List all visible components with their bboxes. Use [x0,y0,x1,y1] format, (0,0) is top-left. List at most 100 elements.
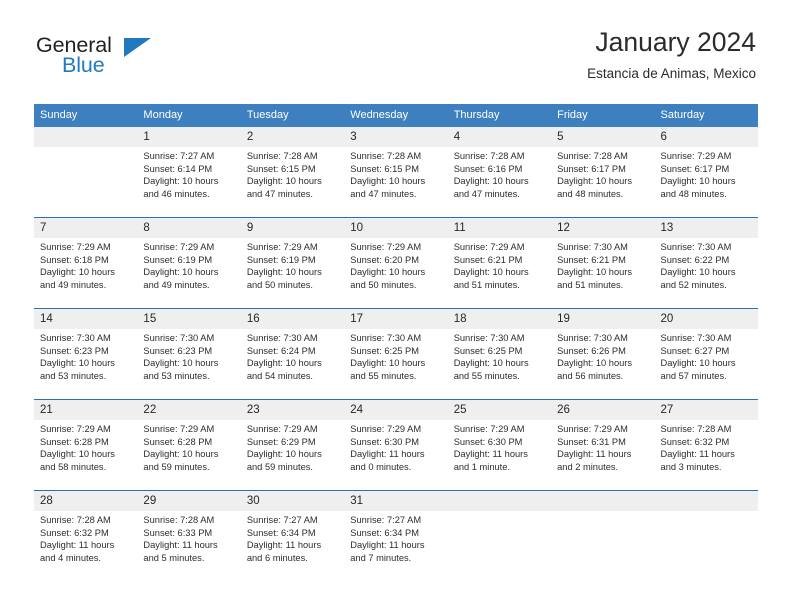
calendar-header-row: Sunday Monday Tuesday Wednesday Thursday… [34,104,758,127]
calendar-day-cell[interactable]: 21 Sunrise: 7:29 AM Sunset: 6:28 PM Dayligh… [34,399,138,491]
sunset-text: Sunset: 6:29 PM [246,436,316,447]
sunrise-text: Sunrise: 7:29 AM [143,242,215,252]
day-number: 18 [447,309,552,329]
calendar-day-cell[interactable] [551,490,655,581]
calendar-day-cell[interactable]: 5 Sunrise: 7:28 AM Sunset: 6:17 PM Daylight… [551,127,655,218]
day-details: Sunrise: 7:28 AM Sunset: 6:15 PM Daylight:… [241,147,344,200]
calendar-day-cell[interactable]: 26 Sunrise: 7:29 AM Sunset: 6:31 PM Dayligh… [551,399,655,491]
daylight-text-line1: Daylight: 10 hours [143,176,219,187]
day-cell-content: 13 Sunrise: 7:30 AM Sunset: 6:22 PM Dayligh… [654,218,758,308]
calendar-day-cell[interactable]: 18 Sunrise: 7:30 AM Sunset: 6:25 PM Dayligh… [447,308,552,400]
sunrise-text: Sunrise: 7:27 AM [246,515,318,525]
calendar-day-cell[interactable]: 16 Sunrise: 7:30 AM Sunset: 6:24 PM Dayligh… [240,308,345,400]
day-details: Sunrise: 7:30 AM Sunset: 6:25 PM Daylight:… [344,329,447,382]
day-details: Sunrise: 7:29 AM Sunset: 6:19 PM Daylight:… [241,238,344,291]
sunset-text: Sunset: 6:17 PM [660,163,730,174]
calendar-day-cell[interactable]: 31 Sunrise: 7:27 AM Sunset: 6:34 PM Dayligh… [344,490,448,581]
day-number: 21 [34,400,138,420]
day-cell-content: 10 Sunrise: 7:29 AM Sunset: 6:20 PM Dayligh… [344,218,448,308]
page-header: General Blue January 2024 Estancia de An… [0,0,792,103]
day-number: 2 [240,127,345,147]
day-cell-content: 15 Sunrise: 7:30 AM Sunset: 6:23 PM Dayligh… [137,309,241,399]
day-number: 8 [137,218,241,238]
calendar-day-cell[interactable]: 6 Sunrise: 7:29 AM Sunset: 6:17 PM Daylight… [654,127,758,218]
day-details: Sunrise: 7:29 AM Sunset: 6:20 PM Daylight:… [344,238,447,291]
day-details: Sunrise: 7:30 AM Sunset: 6:23 PM Daylight:… [34,329,137,382]
calendar-day-cell[interactable]: 22 Sunrise: 7:29 AM Sunset: 6:28 PM Dayligh… [137,399,241,491]
day-details: Sunrise: 7:29 AM Sunset: 6:18 PM Daylight:… [34,238,137,291]
calendar-day-cell[interactable]: 20 Sunrise: 7:30 AM Sunset: 6:27 PM Dayligh… [654,308,758,400]
daylight-text-line1: Daylight: 11 hours [246,540,322,551]
calendar-day-cell[interactable]: 9 Sunrise: 7:29 AM Sunset: 6:19 PM Daylight… [240,217,345,309]
calendar-day-cell[interactable] [34,127,138,218]
calendar-day-cell[interactable]: 24 Sunrise: 7:29 AM Sunset: 6:30 PM Dayligh… [344,399,448,491]
calendar-day-cell[interactable]: 25 Sunrise: 7:29 AM Sunset: 6:30 PM Dayligh… [447,399,552,491]
calendar-week-row: 28 Sunrise: 7:28 AM Sunset: 6:32 PM Dayligh… [34,490,758,581]
daylight-text-line2: and 55 minutes. [350,370,417,381]
calendar-day-cell[interactable]: 27 Sunrise: 7:28 AM Sunset: 6:32 PM Dayligh… [654,399,758,491]
calendar-day-cell[interactable]: 13 Sunrise: 7:30 AM Sunset: 6:22 PM Dayligh… [654,217,758,309]
calendar-day-cell[interactable]: 2 Sunrise: 7:28 AM Sunset: 6:15 PM Daylight… [240,127,345,218]
sunset-text: Sunset: 6:21 PM [557,254,626,265]
calendar-day-cell[interactable]: 19 Sunrise: 7:30 AM Sunset: 6:26 PM Dayligh… [551,308,655,400]
calendar-day-cell[interactable]: 8 Sunrise: 7:29 AM Sunset: 6:19 PM Daylight… [137,217,241,309]
sunrise-text: Sunrise: 7:29 AM [350,424,422,434]
sunset-text: Sunset: 6:15 PM [246,163,316,174]
day-number: 11 [447,218,552,238]
sunset-text: Sunset: 6:28 PM [40,436,109,447]
day-details: Sunrise: 7:30 AM Sunset: 6:26 PM Daylight:… [551,329,654,382]
calendar-day-cell[interactable] [654,490,758,581]
calendar-day-cell[interactable]: 12 Sunrise: 7:30 AM Sunset: 6:21 PM Dayligh… [551,217,655,309]
calendar-day-cell[interactable]: 17 Sunrise: 7:30 AM Sunset: 6:25 PM Dayligh… [344,308,448,400]
sunset-text: Sunset: 6:25 PM [350,345,419,356]
calendar-week-row: 7 Sunrise: 7:29 AM Sunset: 6:18 PM Daylight… [34,217,758,309]
calendar-day-cell[interactable]: 1 Sunrise: 7:27 AM Sunset: 6:14 PM Daylight… [137,127,241,218]
calendar-day-cell[interactable]: 30 Sunrise: 7:27 AM Sunset: 6:34 PM Dayligh… [240,490,345,581]
day-cell-content: 29 Sunrise: 7:28 AM Sunset: 6:33 PM Dayligh… [137,491,241,581]
weekday-header-monday: Monday [137,104,241,127]
day-cell-content: 26 Sunrise: 7:29 AM Sunset: 6:31 PM Dayligh… [551,400,655,490]
day-number: 20 [654,309,758,329]
calendar-day-cell[interactable]: 23 Sunrise: 7:29 AM Sunset: 6:29 PM Dayligh… [240,399,345,491]
calendar-day-cell[interactable]: 10 Sunrise: 7:29 AM Sunset: 6:20 PM Dayligh… [344,217,448,309]
daylight-text-line2: and 0 minutes. [350,461,412,472]
daylight-text-line2: and 48 minutes. [557,188,624,199]
day-number: 14 [34,309,138,329]
daylight-text-line1: Daylight: 10 hours [40,358,115,369]
daylight-text-line1: Daylight: 10 hours [350,176,426,187]
sunrise-text: Sunrise: 7:28 AM [453,151,525,161]
sunset-text: Sunset: 6:28 PM [143,436,213,447]
calendar-day-cell[interactable]: 28 Sunrise: 7:28 AM Sunset: 6:32 PM Dayligh… [34,490,138,581]
day-details: Sunrise: 7:30 AM Sunset: 6:27 PM Daylight:… [655,329,758,382]
daylight-text-line2: and 55 minutes. [453,370,520,381]
sunrise-text: Sunrise: 7:30 AM [40,333,111,343]
daylight-text-line2: and 52 minutes. [660,279,727,290]
calendar-day-cell[interactable]: 29 Sunrise: 7:28 AM Sunset: 6:33 PM Dayligh… [137,490,241,581]
calendar-day-cell[interactable]: 7 Sunrise: 7:29 AM Sunset: 6:18 PM Daylight… [34,217,138,309]
calendar-day-cell[interactable]: 3 Sunrise: 7:28 AM Sunset: 6:15 PM Daylight… [344,127,448,218]
day-cell-content: 14 Sunrise: 7:30 AM Sunset: 6:23 PM Dayligh… [34,309,138,399]
sunset-text: Sunset: 6:18 PM [40,254,109,265]
daylight-text-line1: Daylight: 10 hours [143,358,219,369]
sunrise-text: Sunrise: 7:30 AM [143,333,215,343]
sunset-text: Sunset: 6:30 PM [350,436,419,447]
sunset-text: Sunset: 6:21 PM [453,254,523,265]
sunset-text: Sunset: 6:33 PM [143,527,213,538]
calendar-day-cell[interactable]: 11 Sunrise: 7:29 AM Sunset: 6:21 PM Dayligh… [447,217,552,309]
calendar-day-cell[interactable]: 15 Sunrise: 7:30 AM Sunset: 6:23 PM Dayligh… [137,308,241,400]
day-cell-content: 18 Sunrise: 7:30 AM Sunset: 6:25 PM Dayligh… [447,309,552,399]
triangle-icon [124,38,151,57]
calendar-day-cell[interactable]: 14 Sunrise: 7:30 AM Sunset: 6:23 PM Dayligh… [34,308,138,400]
day-number: 31 [344,491,448,511]
sunrise-text: Sunrise: 7:28 AM [350,151,422,161]
sunset-text: Sunset: 6:19 PM [246,254,316,265]
sunrise-text: Sunrise: 7:27 AM [350,515,422,525]
daylight-text-line1: Daylight: 11 hours [453,449,528,460]
sunrise-text: Sunrise: 7:30 AM [350,333,422,343]
day-cell-content: 25 Sunrise: 7:29 AM Sunset: 6:30 PM Dayligh… [447,400,552,490]
calendar-day-cell[interactable] [447,490,552,581]
day-details: Sunrise: 7:29 AM Sunset: 6:28 PM Daylight:… [34,420,137,473]
calendar-day-cell[interactable]: 4 Sunrise: 7:28 AM Sunset: 6:16 PM Daylight… [447,127,552,218]
calendar-table: Sunday Monday Tuesday Wednesday Thursday… [34,104,758,581]
day-cell-content: 11 Sunrise: 7:29 AM Sunset: 6:21 PM Dayligh… [447,218,552,308]
